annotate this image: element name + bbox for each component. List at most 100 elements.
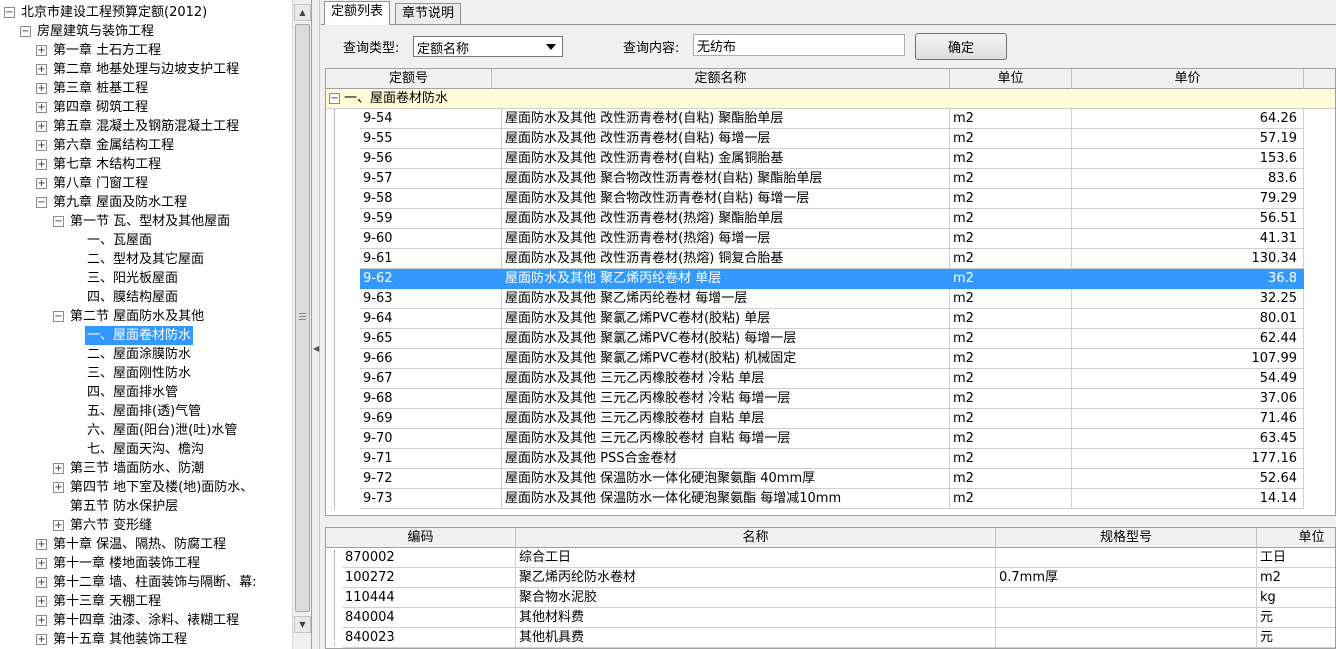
collapse-icon[interactable]: − — [53, 216, 64, 227]
expand-icon[interactable]: + — [36, 596, 47, 607]
tree-node-label[interactable]: 第十五章 其他装饰工程 — [51, 630, 189, 649]
group-row[interactable]: − 一、屋面卷材防水 — [326, 89, 1335, 109]
tree-node-label[interactable]: 第九章 屋面及防水工程 — [51, 193, 189, 212]
quota-row[interactable]: 9-72 屋面防水及其他 保温防水一体化硬泡聚氨酯 40mm厚 m2 52.64 — [326, 469, 1335, 489]
tree-node[interactable]: + 第六节 变形缝 — [0, 516, 292, 535]
quota-row[interactable]: 9-69 屋面防水及其他 三元乙丙橡胶卷材 自粘 单层 m2 71.46 — [326, 409, 1335, 429]
collapse-icon[interactable]: − — [4, 7, 15, 18]
expand-icon[interactable]: + — [53, 520, 64, 531]
resource-row[interactable]: 870002 综合工日 工日 — [326, 548, 1335, 568]
quota-row[interactable]: 9-57 屋面防水及其他 聚合物改性沥青卷材(自粘) 聚酯胎单层 m2 83.6 — [326, 169, 1335, 189]
quota-row[interactable]: 9-60 屋面防水及其他 改性沥青卷材(热熔) 每增一层 m2 41.31 — [326, 229, 1335, 249]
tree-node[interactable]: + 第四节 地下室及楼(地)面防水、 — [0, 478, 292, 497]
tree-node-label[interactable]: 第四节 地下室及楼(地)面防水、 — [68, 478, 255, 497]
expand-icon[interactable]: + — [36, 140, 47, 151]
tree-node-label[interactable]: 第十一章 楼地面装饰工程 — [51, 554, 202, 573]
tree-node-label[interactable]: 一、瓦屋面 — [85, 231, 154, 250]
tree-node-label[interactable]: 四、膜结构屋面 — [85, 288, 180, 307]
tree-node[interactable]: 第五节 防水保护层 — [0, 497, 292, 516]
panel-splitter[interactable]: ◀ — [312, 0, 320, 649]
collapse-icon[interactable]: − — [36, 197, 47, 208]
tree-node[interactable]: + 第十四章 油漆、涂料、裱糊工程 — [0, 611, 292, 630]
tree-node-label[interactable]: 第五节 防水保护层 — [68, 497, 180, 516]
tree-node-label[interactable]: 第八章 门窗工程 — [51, 174, 150, 193]
expand-icon[interactable]: + — [36, 577, 47, 588]
expand-icon[interactable]: + — [36, 102, 47, 113]
quota-row[interactable]: 9-73 屋面防水及其他 保温防水一体化硬泡聚氨酯 每增减10mm m2 14.14 — [326, 489, 1335, 509]
header-res-unit[interactable]: 单位 — [1257, 528, 1335, 548]
header-code[interactable]: 定额号 — [326, 69, 492, 89]
query-type-select[interactable]: 定额名称 — [413, 36, 563, 57]
quota-row[interactable]: 9-62 屋面防水及其他 聚乙烯丙纶卷材 单层 m2 36.8 — [326, 269, 1335, 289]
collapse-icon[interactable]: − — [329, 93, 340, 104]
tree-node[interactable]: − 房屋建筑与装饰工程 — [0, 22, 292, 41]
resource-row[interactable]: 110444 聚合物水泥胶 kg — [326, 588, 1335, 608]
tree-node-label[interactable]: 六、屋面(阳台)泄(吐)水管 — [85, 421, 239, 440]
tree-node-label[interactable]: 第二节 屋面防水及其他 — [68, 307, 206, 326]
tree-node[interactable]: − 第一节 瓦、型材及其他屋面 — [0, 212, 292, 231]
quota-row[interactable]: 9-67 屋面防水及其他 三元乙丙橡胶卷材 冷粘 单层 m2 54.49 — [326, 369, 1335, 389]
tree-node[interactable]: 四、膜结构屋面 — [0, 288, 292, 307]
tree-node[interactable]: + 第十三章 天棚工程 — [0, 592, 292, 611]
tree-node-label[interactable]: 第三章 桩基工程 — [51, 79, 150, 98]
resource-row[interactable]: 840023 其他机具费 元 — [326, 628, 1335, 648]
tree-node-label[interactable]: 第一节 瓦、型材及其他屋面 — [68, 212, 232, 231]
quota-row[interactable]: 9-70 屋面防水及其他 三元乙丙橡胶卷材 自粘 每增一层 m2 63.45 — [326, 429, 1335, 449]
quota-row[interactable]: 9-71 屋面防水及其他 PSS合金卷材 m2 177.16 — [326, 449, 1335, 469]
tree-node[interactable]: − 北京市建设工程预算定额(2012) — [0, 3, 292, 22]
quota-row[interactable]: 9-65 屋面防水及其他 聚氯乙烯PVC卷材(胶粘) 每增一层 m2 62.44 — [326, 329, 1335, 349]
quota-row[interactable]: 9-63 屋面防水及其他 聚乙烯丙纶卷材 每增一层 m2 32.25 — [326, 289, 1335, 309]
expand-icon[interactable]: + — [36, 539, 47, 550]
tree-node[interactable]: 一、屋面卷材防水 — [0, 326, 292, 345]
tree-node-label[interactable]: 第三节 墙面防水、防潮 — [68, 459, 206, 478]
quota-row[interactable]: 9-55 屋面防水及其他 改性沥青卷材(自粘) 每增一层 m2 57.19 — [326, 129, 1335, 149]
tree-node-label[interactable]: 第四章 砌筑工程 — [51, 98, 150, 117]
tree-node[interactable]: 五、屋面排(透)气管 — [0, 402, 292, 421]
quota-row[interactable]: 9-66 屋面防水及其他 聚氯乙烯PVC卷材(胶粘) 机械固定 m2 107.99 — [326, 349, 1335, 369]
header-res-spec[interactable]: 规格型号 — [996, 528, 1257, 548]
expand-icon[interactable]: + — [36, 178, 47, 189]
tree-node-label[interactable]: 七、屋面天沟、檐沟 — [85, 440, 206, 459]
tree-node[interactable]: + 第一章 土石方工程 — [0, 41, 292, 60]
tree-node-label[interactable]: 三、屋面刚性防水 — [85, 364, 193, 383]
tree-node-label[interactable]: 四、屋面排水管 — [85, 383, 180, 402]
quota-row[interactable]: 9-58 屋面防水及其他 聚合物改性沥青卷材(自粘) 每增一层 m2 79.29 — [326, 189, 1335, 209]
resource-row[interactable]: 100272 聚乙烯丙纶防水卷材 0.7mm厚 m2 — [326, 568, 1335, 588]
quota-row[interactable]: 9-59 屋面防水及其他 改性沥青卷材(热熔) 聚酯胎单层 m2 56.51 — [326, 209, 1335, 229]
expand-icon[interactable]: + — [36, 45, 47, 56]
tree-node-label[interactable]: 五、屋面排(透)气管 — [85, 402, 203, 421]
tree-node[interactable]: 六、屋面(阳台)泄(吐)水管 — [0, 421, 292, 440]
quota-grid[interactable]: 定额号 定额名称 单位 单价 − 一、屋面卷材防水 9-54 屋面防水及其他 改性… — [325, 68, 1336, 516]
tree-node[interactable]: + 第十五章 其他装饰工程 — [0, 630, 292, 649]
tree-node[interactable]: + 第十一章 楼地面装饰工程 — [0, 554, 292, 573]
tree-node[interactable]: + 第八章 门窗工程 — [0, 174, 292, 193]
tree-node[interactable]: + 第十章 保温、隔热、防腐工程 — [0, 535, 292, 554]
expand-icon[interactable]: + — [36, 64, 47, 75]
tree-node-label[interactable]: 一、屋面卷材防水 — [85, 326, 194, 345]
tree-node[interactable]: − 第二节 屋面防水及其他 — [0, 307, 292, 326]
tree-node-label[interactable]: 第一章 土石方工程 — [51, 41, 163, 60]
tree-node-label[interactable]: 三、阳光板屋面 — [85, 269, 180, 288]
tree-node[interactable]: + 第六章 金属结构工程 — [0, 136, 292, 155]
collapse-icon[interactable]: − — [53, 311, 64, 322]
confirm-button[interactable]: 确定 — [915, 33, 1007, 60]
tab-quota-list[interactable]: 定额列表 — [324, 1, 391, 25]
quota-row[interactable]: 9-61 屋面防水及其他 改性沥青卷材(热熔) 铜复合胎基 m2 130.34 — [326, 249, 1335, 269]
tree-node[interactable]: + 第十二章 墙、柱面装饰与隔断、幕: — [0, 573, 292, 592]
tree-node[interactable]: + 第三章 桩基工程 — [0, 79, 292, 98]
tree-node[interactable]: 四、屋面排水管 — [0, 383, 292, 402]
tree-node[interactable]: 七、屋面天沟、檐沟 — [0, 440, 292, 459]
tree-node-label[interactable]: 第六章 金属结构工程 — [51, 136, 176, 155]
tree-node[interactable]: 一、瓦屋面 — [0, 231, 292, 250]
tree-scrollbar[interactable]: ▲ ▼ — [292, 0, 311, 649]
resource-row[interactable]: 840004 其他材料费 元 — [326, 608, 1335, 628]
tree-node[interactable]: 三、阳光板屋面 — [0, 269, 292, 288]
tree-node-label[interactable]: 北京市建设工程预算定额(2012) — [19, 3, 209, 22]
tree-node[interactable]: 二、型材及其它屋面 — [0, 250, 292, 269]
expand-icon[interactable]: + — [36, 558, 47, 569]
header-res-code[interactable]: 编码 — [326, 528, 516, 548]
quota-row[interactable]: 9-54 屋面防水及其他 改性沥青卷材(自粘) 聚酯胎单层 m2 64.26 — [326, 109, 1335, 129]
tree-node[interactable]: + 第五章 混凝土及钢筋混凝土工程 — [0, 117, 292, 136]
collapse-left-icon[interactable]: ◀ — [313, 344, 319, 353]
quota-row[interactable]: 9-68 屋面防水及其他 三元乙丙橡胶卷材 冷粘 每增一层 m2 37.06 — [326, 389, 1335, 409]
